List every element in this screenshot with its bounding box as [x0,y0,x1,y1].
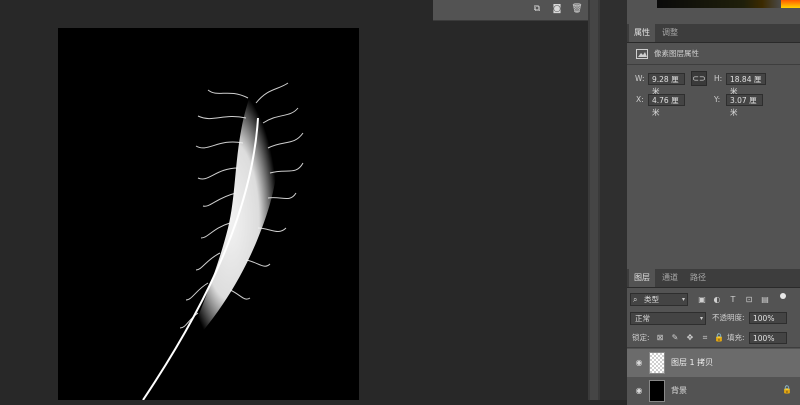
feather-image [142,82,304,400]
lock-all-icon[interactable]: 🔒 [714,333,724,343]
lock-image-icon[interactable]: ✎ [670,333,680,343]
hue-slider[interactable] [781,0,800,8]
layer-name[interactable]: 图层 1 拷贝 [671,357,713,368]
shape-filter-icon[interactable]: ⊡ [744,295,754,305]
layers-tabbar: 图层 通道 路径 [627,269,800,288]
height-label: H: [714,74,723,83]
layer-row-background[interactable]: ◉ 背景 🔒 [627,377,800,405]
chevron-down-icon: ▾ [699,315,703,322]
layer-filter-select[interactable]: ⌕ 类型 ▾ [630,293,688,306]
blend-mode-value: 正常 [635,314,650,323]
color-picker-field[interactable] [657,0,781,8]
divider [627,64,800,65]
tab-paths[interactable]: 路径 [685,269,711,287]
tab-layers[interactable]: 图层 [629,269,655,287]
y-label: Y: [714,95,721,104]
filter-toggle-icon[interactable] [780,293,786,299]
lock-icon: 🔒 [782,385,792,394]
lock-label: 锁定: [632,333,650,342]
height-field[interactable]: 18.84 厘米 [726,73,766,96]
link-icon[interactable]: ⊂⊃ [691,71,707,86]
smart-object-filter-icon[interactable]: ▤ [760,295,770,305]
layer-thumbnail [649,380,665,402]
visibility-eye-icon[interactable]: ◉ [634,358,644,368]
lock-transparent-icon[interactable]: ⊠ [655,333,665,343]
trash-icon[interactable]: 🗑 [571,3,583,15]
y-field[interactable]: 3.07 厘米 [726,94,763,117]
chevron-down-icon: ▾ [681,296,685,303]
image-icon [636,49,648,59]
panel-dock-gap [600,0,627,400]
lock-artboard-icon[interactable]: ⌗ [700,333,710,343]
type-filter-icon[interactable]: T [728,295,738,305]
camera-icon[interactable]: ◙ [551,3,563,15]
layer-row-selected[interactable]: ◉ 图层 1 拷贝 [627,349,800,377]
layer-type-label: 像素图层属性 [654,49,699,58]
tab-adjustments[interactable]: 调整 [657,24,683,42]
filter-kind-value: 类型 [644,295,659,304]
adjustment-filter-icon[interactable]: ◐ [712,295,722,305]
fill-field[interactable]: 100% [749,332,787,344]
divider [627,347,800,348]
x-label: X: [636,95,644,104]
search-icon: ⌕ [633,295,638,304]
blend-mode-select[interactable]: 正常 ▾ [630,312,706,325]
tab-properties[interactable]: 属性 [629,24,655,42]
history-panel: ⧉ ◙ 🗑 [433,0,598,21]
width-field[interactable]: 9.28 厘米 [648,73,685,96]
scrollbar-track[interactable] [590,0,598,400]
layer-name[interactable]: 背景 [671,385,687,396]
opacity-label: 不透明度: [712,313,745,322]
visibility-eye-icon[interactable]: ◉ [634,386,644,396]
width-label: W: [635,74,645,83]
layer-thumbnail [649,352,665,374]
properties-tabbar: 属性 调整 [627,24,800,43]
lock-position-icon[interactable]: ✥ [685,333,695,343]
pixel-filter-icon[interactable]: ▣ [697,295,707,305]
fill-label: 填充: [727,333,745,342]
tab-channels[interactable]: 通道 [657,269,683,287]
x-field[interactable]: 4.76 厘米 [648,94,685,117]
new-snapshot-icon[interactable]: ⧉ [531,3,543,15]
opacity-field[interactable]: 100% [749,312,787,324]
document-canvas[interactable] [58,28,359,400]
